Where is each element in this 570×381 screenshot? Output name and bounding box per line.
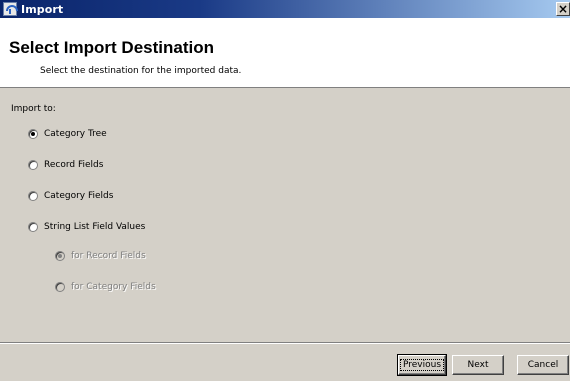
radio-button-icon[interactable] <box>28 160 38 170</box>
radio-label: for Record Fields <box>71 251 146 261</box>
previous-button[interactable]: Previous <box>397 354 447 376</box>
import-dialog: Import × Select Import Destination Selec… <box>0 0 570 381</box>
import-icon <box>3 2 18 16</box>
radio-category-fields[interactable]: Category Fields <box>28 191 113 201</box>
title-bar[interactable]: Import × <box>0 0 570 18</box>
radio-button-icon[interactable] <box>28 222 38 232</box>
radio-label: for Category Fields <box>71 282 156 292</box>
window-title: Import <box>21 2 64 16</box>
radio-category-tree[interactable]: Category Tree <box>28 129 107 139</box>
close-icon[interactable]: × <box>556 2 570 16</box>
radio-label: Category Tree <box>44 129 107 139</box>
radio-for-record-fields[interactable]: for Record Fields <box>55 251 146 261</box>
page-title: Select Import Destination <box>9 38 214 57</box>
radio-label: String List Field Values <box>44 222 146 232</box>
radio-button-icon[interactable] <box>55 282 65 292</box>
import-options-panel: Import to: Category Tree Record Fields C… <box>0 90 570 340</box>
radio-label: Record Fields <box>44 160 104 170</box>
cancel-button[interactable]: Cancel <box>517 355 569 375</box>
cancel-button-label: Cancel <box>527 360 559 370</box>
page-subtitle: Select the destination for the imported … <box>40 66 242 76</box>
radio-for-category-fields[interactable]: for Category Fields <box>55 282 156 292</box>
radio-button-checked-icon[interactable] <box>55 251 65 261</box>
radio-string-list-field-values[interactable]: String List Field Values <box>28 222 145 232</box>
import-to-label: Import to: <box>11 104 56 114</box>
radio-button-icon[interactable] <box>28 191 38 201</box>
wizard-header: Select Import Destination Select the des… <box>0 18 570 88</box>
radio-label: Category Fields <box>44 191 114 201</box>
footer-divider-highlight <box>0 343 570 344</box>
radio-record-fields[interactable]: Record Fields <box>28 160 103 170</box>
next-button[interactable]: Next <box>452 355 504 375</box>
radio-button-checked-icon[interactable] <box>28 129 38 139</box>
previous-button-label: Previous <box>399 359 445 371</box>
next-button-label: Next <box>467 360 489 370</box>
